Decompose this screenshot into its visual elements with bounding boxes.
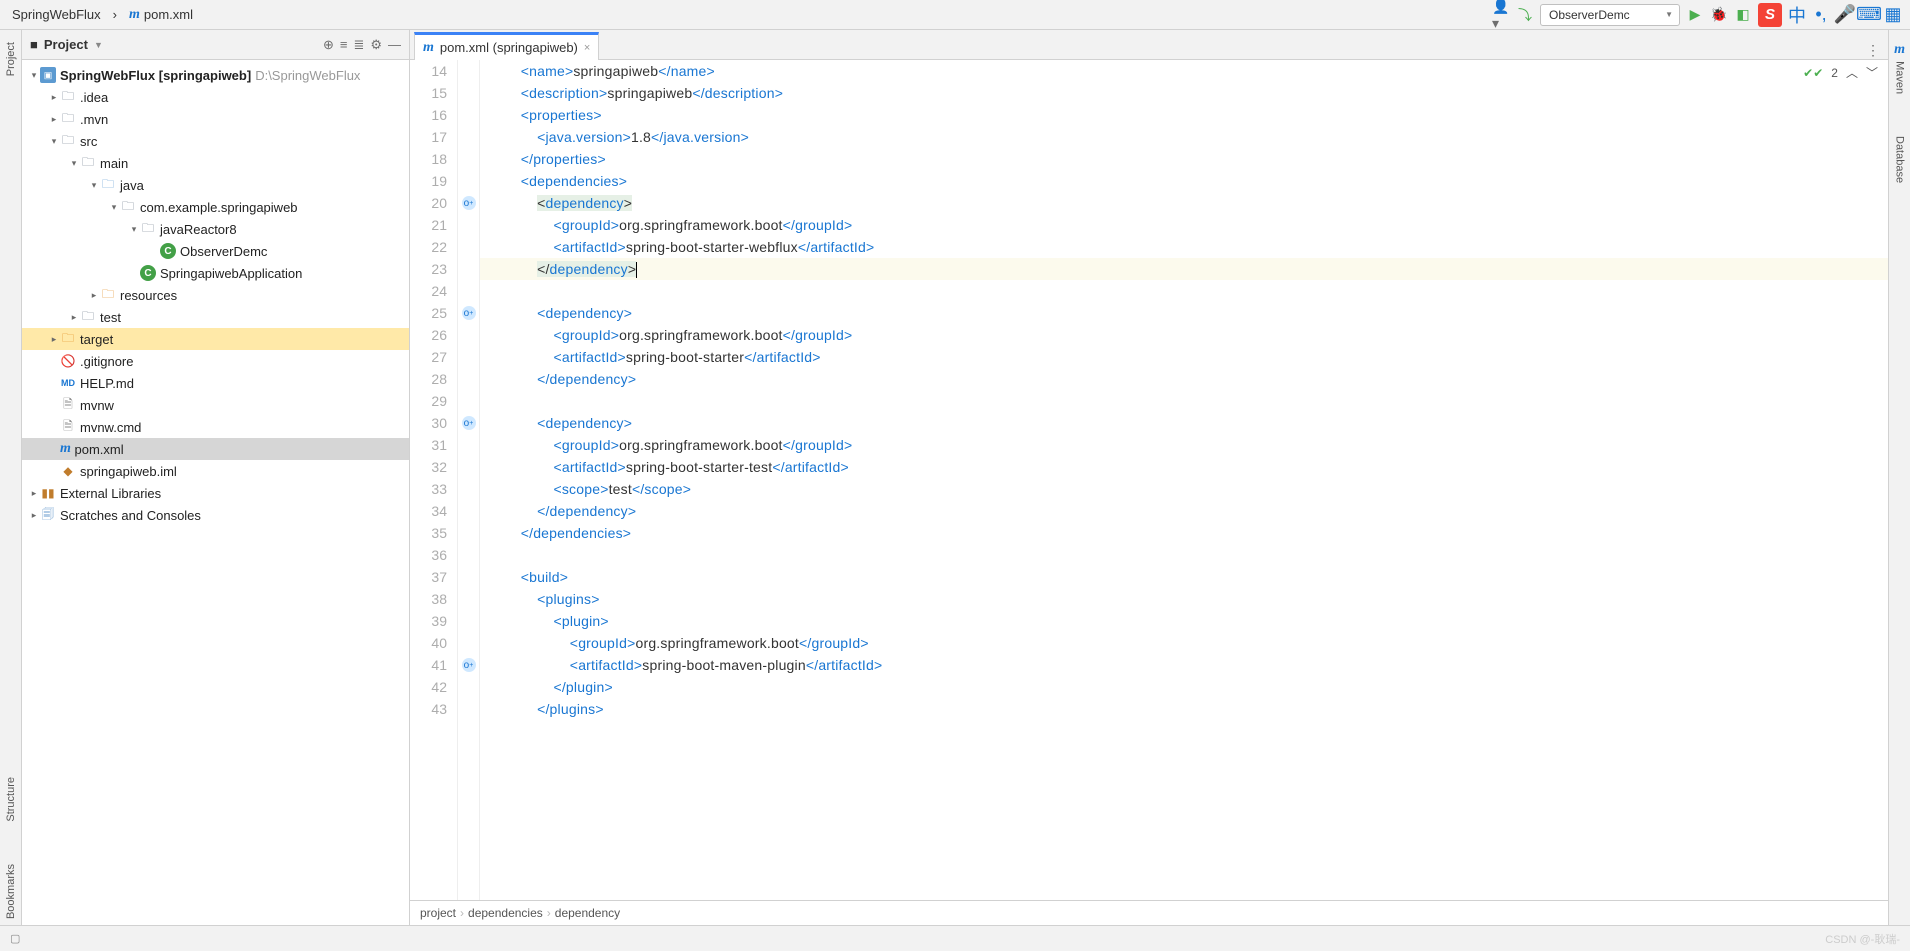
- chevron-down-icon[interactable]: ﹀: [1866, 64, 1878, 81]
- hide-icon[interactable]: —: [388, 37, 401, 53]
- editor-tab-label: pom.xml (springapiweb): [440, 40, 578, 55]
- project-tree[interactable]: ▾▣ SpringWebFlux [springapiweb] D:\Sprin…: [22, 60, 409, 925]
- run-icon[interactable]: ▶: [1686, 6, 1704, 24]
- tree-java[interactable]: ▾🗀java: [22, 174, 409, 196]
- status-left: ▢: [10, 932, 20, 945]
- maven-file-icon: m: [423, 40, 434, 56]
- debug-icon[interactable]: 🐞: [1710, 6, 1728, 24]
- tree-mvnw[interactable]: ▸🗎mvnw: [22, 394, 409, 416]
- nav-crumb-file-label: pom.xml: [144, 7, 193, 22]
- line-number-gutter: 1415161718192021222324252627282930313233…: [410, 60, 458, 900]
- marker-gutter: o+o+o+o+: [458, 60, 480, 900]
- tree-root-bracket: [springapiweb]: [159, 68, 251, 83]
- rail-maven[interactable]: m Maven: [1894, 36, 1906, 100]
- inspection-ok-icon: ✔✔: [1803, 66, 1823, 80]
- tree-external-libs[interactable]: ▸▮▮External Libraries: [22, 482, 409, 504]
- chevron-right-icon: ›: [547, 906, 551, 920]
- tree-observer[interactable]: ▸CObserverDemc: [22, 240, 409, 262]
- tree-mvnwcmd[interactable]: ▸🗎mvnw.cmd: [22, 416, 409, 438]
- locate-icon[interactable]: ⊕: [323, 37, 334, 53]
- nav-crumb-file[interactable]: m pom.xml: [125, 5, 197, 25]
- rail-project[interactable]: Project: [5, 36, 17, 82]
- workspace: Project Structure Bookmarks ■Project▼ ⊕ …: [0, 30, 1910, 925]
- tree-target[interactable]: ▸🗀target: [22, 328, 409, 350]
- editor-more-icon[interactable]: ⋮: [1864, 41, 1882, 59]
- rail-structure[interactable]: Structure: [5, 771, 17, 828]
- nav-breadcrumb: SpringWebFlux › m pom.xml: [8, 5, 197, 25]
- rail-database[interactable]: Database: [1894, 130, 1906, 189]
- tree-help[interactable]: ▸MDHELP.md: [22, 372, 409, 394]
- watermark: CSDN @-耿瑞-: [1825, 931, 1900, 947]
- tree-root-name: SpringWebFlux: [60, 68, 155, 83]
- project-tool-window: ■Project▼ ⊕ ≡ ≣ ⚙ — ▾▣ SpringWebFlux [sp…: [22, 30, 410, 925]
- tree-pkg[interactable]: ▾🗀com.example.springapiweb: [22, 196, 409, 218]
- tree-app[interactable]: ▸CSpringapiwebApplication: [22, 262, 409, 284]
- sogou-ime-icon[interactable]: S: [1758, 3, 1782, 27]
- maven-file-icon: m: [129, 7, 140, 23]
- settings-icon[interactable]: ⚙: [370, 37, 382, 53]
- collapse-all-icon[interactable]: ≣: [353, 37, 364, 53]
- project-panel-title-label: Project: [44, 37, 88, 52]
- code-content[interactable]: ✔✔ 2 ︿ ﹀ <name>springapiweb</name> <desc…: [480, 60, 1888, 900]
- toolbar-right: 👤▾ ⤵ ObserverDemc ▶ 🐞 ◧ S 中 •, 🎤 ⌨ ▦: [1492, 3, 1902, 27]
- inspection-widget[interactable]: ✔✔ 2 ︿ ﹀: [1803, 64, 1878, 81]
- chevron-right-icon: ›: [460, 906, 464, 920]
- expand-all-icon[interactable]: ≡: [340, 37, 348, 53]
- run-config-label: ObserverDemc: [1549, 8, 1630, 22]
- nav-crumb-project-label: SpringWebFlux: [12, 7, 101, 22]
- editor-body[interactable]: 1415161718192021222324252627282930313233…: [410, 60, 1888, 900]
- tree-scratches[interactable]: ▸🗐Scratches and Consoles: [22, 504, 409, 526]
- project-panel-title[interactable]: ■Project▼: [30, 37, 103, 52]
- tree-gitignore[interactable]: ▸🚫.gitignore: [22, 350, 409, 372]
- build-icon[interactable]: ⤵: [1516, 6, 1534, 24]
- ime-grid-icon[interactable]: ▦: [1884, 6, 1902, 24]
- tree-idea[interactable]: ▸🗀.idea: [22, 86, 409, 108]
- editor-tabbar: m pom.xml (springapiweb) × ⋮: [410, 30, 1888, 60]
- tree-root-path: D:\SpringWebFlux: [255, 68, 360, 83]
- editor-area: m pom.xml (springapiweb) × ⋮ 14151617181…: [410, 30, 1888, 925]
- tree-resources[interactable]: ▸🗀resources: [22, 284, 409, 306]
- ime-mic-icon[interactable]: 🎤: [1836, 6, 1854, 24]
- tree-iml[interactable]: ▸◆springapiweb.iml: [22, 460, 409, 482]
- tree-root[interactable]: ▾▣ SpringWebFlux [springapiweb] D:\Sprin…: [22, 64, 409, 86]
- crumb-dependency[interactable]: dependency: [555, 906, 620, 920]
- status-icon[interactable]: ▢: [10, 932, 20, 945]
- navigation-bar: SpringWebFlux › m pom.xml 👤▾ ⤵ ObserverD…: [0, 0, 1910, 30]
- tree-pom[interactable]: ▸m pom.xml: [22, 438, 409, 460]
- coverage-icon[interactable]: ◧: [1734, 6, 1752, 24]
- ime-keyboard-icon[interactable]: ⌨: [1860, 6, 1878, 24]
- chevron-up-icon[interactable]: ︿: [1846, 64, 1858, 81]
- structure-breadcrumb: project › dependencies › dependency: [410, 900, 1888, 925]
- crumb-dependencies[interactable]: dependencies: [468, 906, 543, 920]
- ime-zh-icon[interactable]: 中: [1788, 6, 1806, 24]
- user-icon[interactable]: 👤▾: [1492, 6, 1510, 24]
- inspection-count: 2: [1831, 66, 1838, 80]
- close-tab-icon[interactable]: ×: [584, 42, 590, 54]
- project-panel-header: ■Project▼ ⊕ ≡ ≣ ⚙ —: [22, 30, 409, 60]
- tree-main[interactable]: ▾🗀main: [22, 152, 409, 174]
- nav-crumb-project[interactable]: SpringWebFlux: [8, 5, 105, 24]
- chevron-right-icon: ›: [109, 5, 121, 24]
- ime-punct-icon[interactable]: •,: [1812, 6, 1830, 24]
- status-bar: ▢ CSDN @-耿瑞-: [0, 925, 1910, 951]
- tree-mvn[interactable]: ▸🗀.mvn: [22, 108, 409, 130]
- project-panel-tools: ⊕ ≡ ≣ ⚙ —: [323, 37, 401, 53]
- right-tool-rail: m Maven Database: [1888, 30, 1910, 925]
- tree-reactor[interactable]: ▾🗀javaReactor8: [22, 218, 409, 240]
- tree-test[interactable]: ▸🗀test: [22, 306, 409, 328]
- tree-src[interactable]: ▾🗀src: [22, 130, 409, 152]
- crumb-project[interactable]: project: [420, 906, 456, 920]
- rail-bookmarks[interactable]: Bookmarks: [5, 858, 17, 925]
- left-tool-rail: Project Structure Bookmarks: [0, 30, 22, 925]
- editor-tab-pom[interactable]: m pom.xml (springapiweb) ×: [414, 32, 599, 60]
- run-config-select[interactable]: ObserverDemc: [1540, 4, 1680, 26]
